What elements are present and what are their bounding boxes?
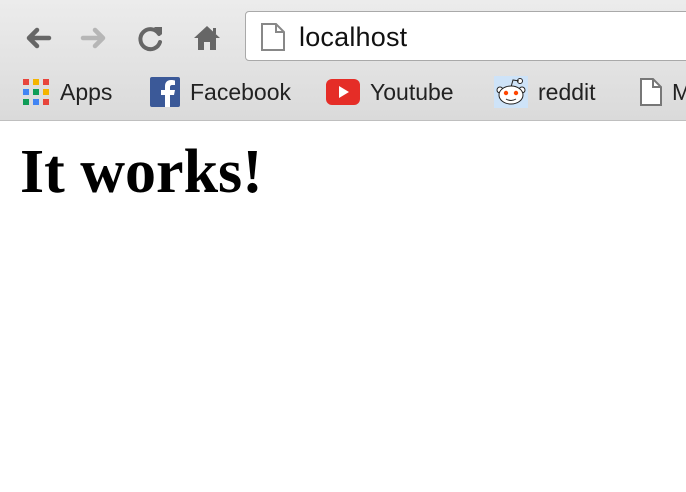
forward-arrow-icon <box>80 27 106 49</box>
bookmark-label: Facebook <box>190 78 292 105</box>
apps-grid-icon <box>23 79 49 105</box>
bookmark-label: Apps <box>60 78 113 105</box>
bookmark-facebook[interactable]: Facebook <box>150 75 291 109</box>
reddit-icon <box>494 76 528 108</box>
back-arrow-icon <box>26 27 52 49</box>
youtube-icon <box>326 79 360 105</box>
bookmark-youtube[interactable]: Youtube <box>326 75 454 109</box>
page-heading: It works! <box>20 138 263 206</box>
browser-chrome: localhost Apps Facebook Youtube reddit M <box>0 0 686 121</box>
bookmark-apps[interactable]: Apps <box>22 75 112 109</box>
address-bar[interactable]: localhost <box>245 11 686 61</box>
page-icon <box>260 22 286 57</box>
url-text: localhost <box>299 22 408 52</box>
home-icon <box>194 26 220 50</box>
page-content: It works! <box>0 121 686 492</box>
bookmark-other[interactable]: M <box>640 75 686 109</box>
bookmark-label: reddit <box>538 78 596 105</box>
bookmark-label: M <box>672 78 686 105</box>
forward-button[interactable] <box>78 22 110 54</box>
bookmark-reddit[interactable]: reddit <box>494 75 596 109</box>
back-button[interactable] <box>22 22 54 54</box>
home-button[interactable] <box>191 22 223 54</box>
facebook-icon <box>150 77 180 107</box>
page-icon <box>640 78 662 106</box>
reload-icon <box>138 27 162 52</box>
reload-button[interactable] <box>135 22 167 54</box>
bookmark-label: Youtube <box>370 78 454 105</box>
